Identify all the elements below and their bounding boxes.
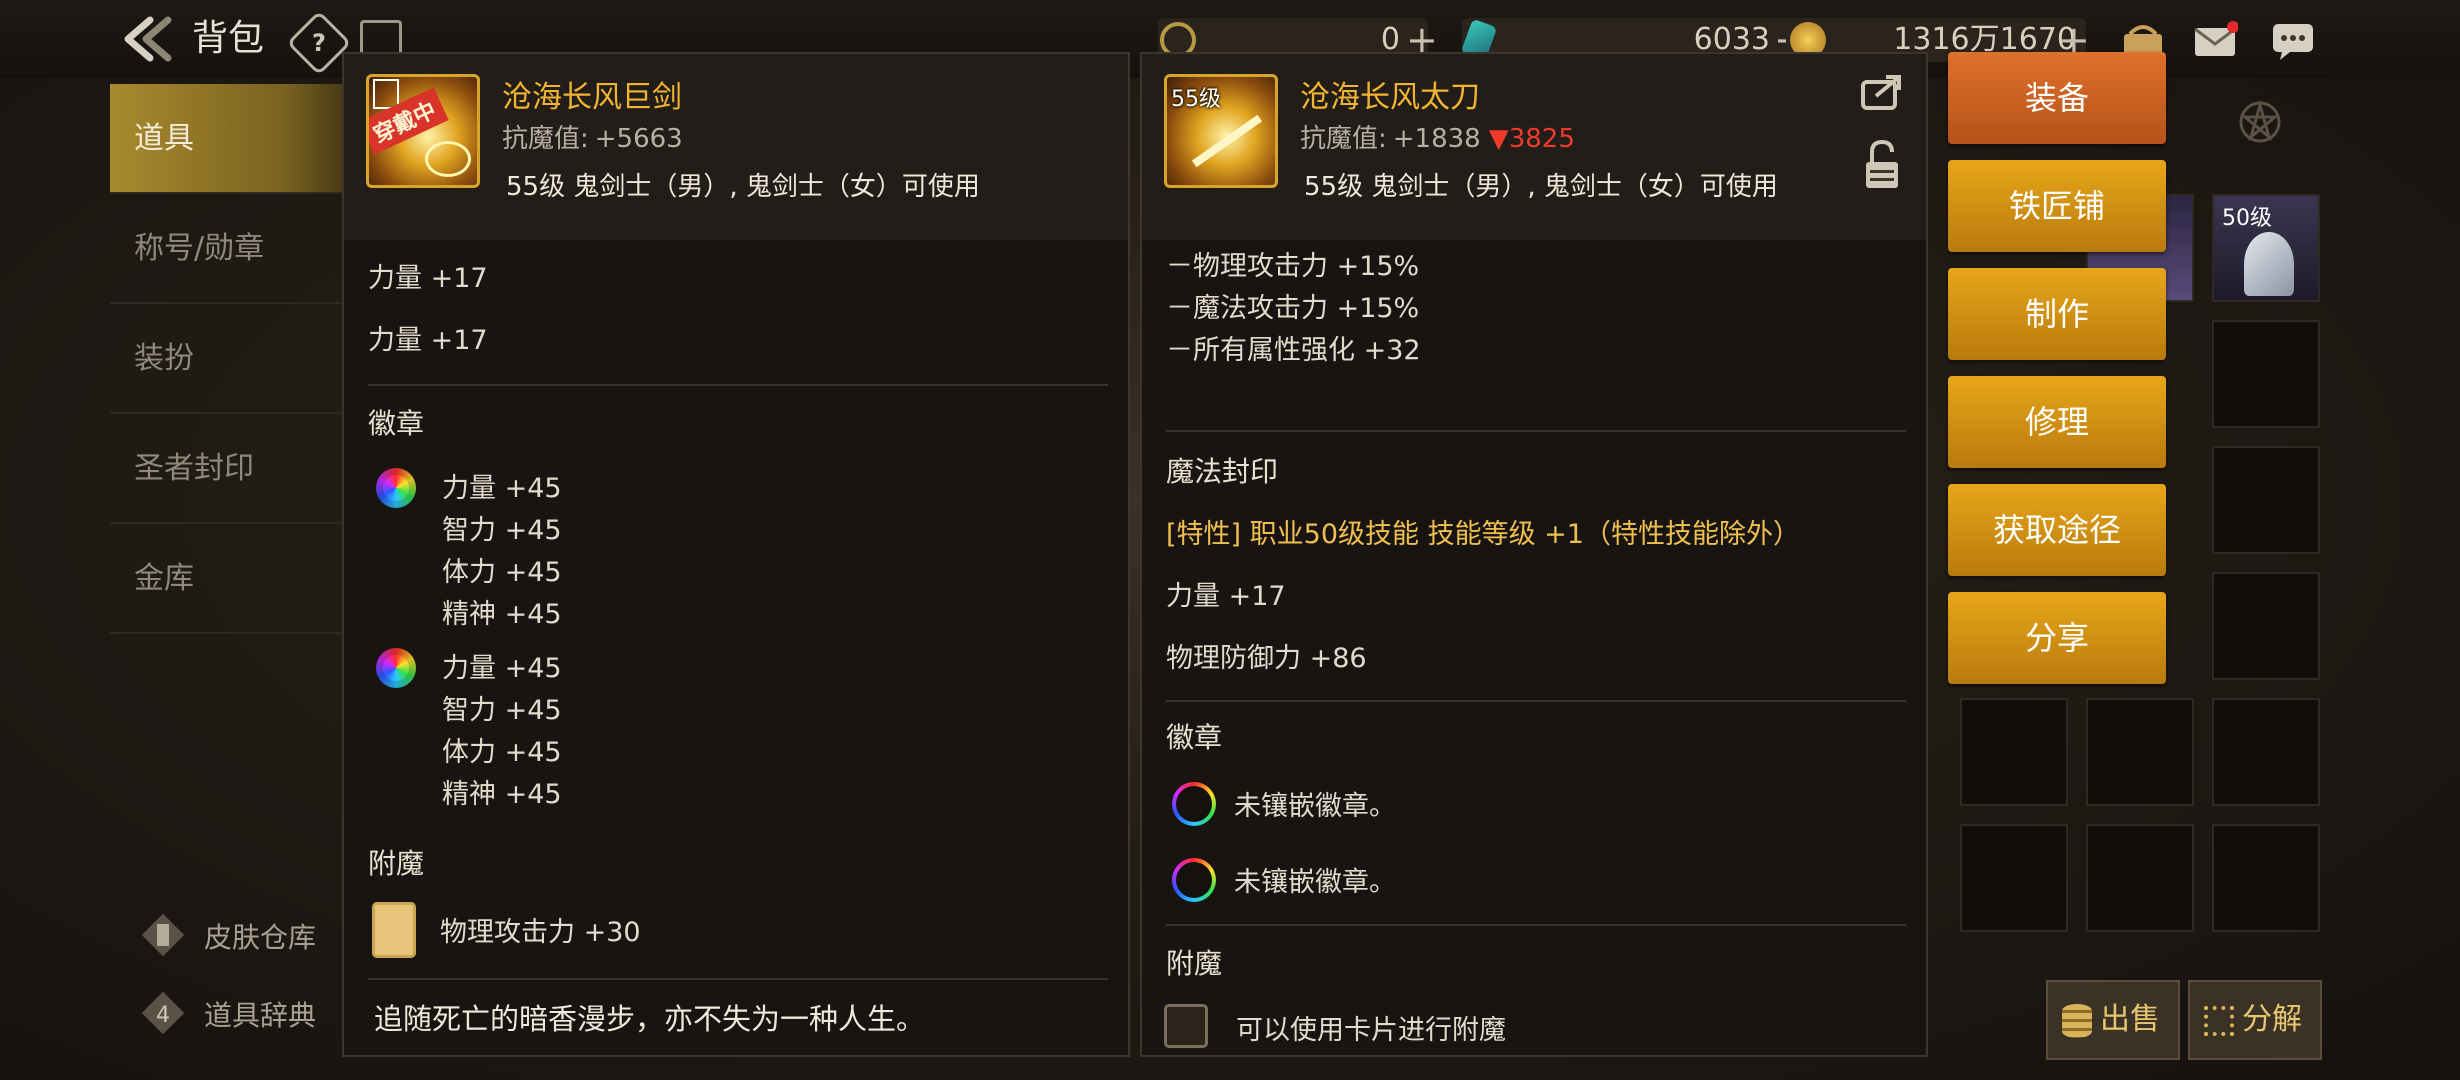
empty-emblem-slot-icon — [1172, 858, 1216, 902]
mail-icon[interactable] — [2192, 20, 2238, 60]
usable-by: 55级 鬼剑士（男）, 鬼剑士（女）可使用 — [506, 172, 980, 202]
inventory-slot[interactable] — [2212, 320, 2320, 428]
compare-item-tooltip: 55级 沧海长风太刀 抗魔值: +1838 ▼3825 55级 鬼剑士（男）, 鬼剑… — [1140, 52, 1928, 1057]
decompose-icon — [2204, 1005, 2234, 1036]
inventory-slot[interactable] — [2212, 572, 2320, 680]
inventory-slot[interactable]: 50级 — [2212, 194, 2320, 302]
inventory-slot[interactable] — [2212, 698, 2320, 806]
stat-line: 力量 +17 — [368, 263, 488, 294]
resist-row: 抗魔值: +5663 — [502, 124, 683, 154]
enchant-value: 物理攻击力 +30 — [440, 917, 641, 948]
resist-row: 抗魔值: +1838 ▼3825 — [1300, 124, 1575, 154]
stat-line: 物理防御力 +86 — [1166, 643, 1367, 674]
seal-trait: [特性] 职业50级技能 技能等级 +1（特性技能除外） — [1166, 519, 1800, 550]
stat-line: 力量 +17 — [368, 325, 488, 356]
blacksmith-button[interactable]: 铁匠铺 — [1948, 160, 2166, 252]
inventory-slot[interactable] — [2212, 446, 2320, 554]
katana-item-icon: 55级 — [1164, 74, 1278, 188]
enchant-hint: 可以使用卡片进行附魔 — [1236, 1015, 1506, 1046]
sidebar-item-titles[interactable]: 称号/勋章 — [110, 194, 360, 304]
page-title: 背包 — [192, 18, 265, 59]
enchant-card-icon — [372, 902, 416, 958]
emblem-section-title: 徽章 — [1166, 721, 1223, 754]
enchant-section-title: 附魔 — [368, 847, 425, 880]
emblem-stats: 力量 +45 智力 +45 体力 +45 精神 +45 — [442, 473, 562, 630]
stat-line: 力量 +17 — [1166, 581, 1286, 612]
coin-stack-icon — [2062, 1003, 2092, 1038]
stat-line: －魔法攻击力 +15% — [1166, 293, 1420, 324]
sidebar-item-vault[interactable]: 金库 — [110, 524, 360, 634]
lock-open-icon[interactable] — [1864, 140, 1900, 190]
equipped-item-tooltip: 穿戴中 沧海长风巨剑 抗魔值: +5663 55级 鬼剑士（男）, 鬼剑士（女）可… — [342, 52, 1130, 1057]
inventory-slot[interactable] — [1960, 824, 2068, 932]
magic-seal-title: 魔法封印 — [1166, 455, 1279, 488]
usable-by: 55级 鬼剑士（男）, 鬼剑士（女）可使用 — [1304, 172, 1778, 202]
enchant-section-title: 附魔 — [1166, 947, 1223, 980]
repair-button[interactable]: 修理 — [1948, 376, 2166, 468]
sidebar-item-seal[interactable]: 圣者封印 — [110, 414, 360, 524]
pentagram-icon — [2239, 100, 2281, 143]
share-button[interactable]: 分享 — [1948, 592, 2166, 684]
share-export-icon[interactable] — [1860, 72, 1904, 112]
empty-card-slot-icon — [1164, 1004, 1208, 1048]
inventory-slot[interactable] — [2212, 824, 2320, 932]
skin-storage-icon — [141, 913, 185, 957]
stat-line: －物理攻击力 +15% — [1166, 251, 1420, 282]
stat-line: －所有属性强化 +32 — [1166, 335, 1421, 366]
back-arrow-icon[interactable] — [120, 14, 176, 64]
svg-text:4: 4 — [156, 1003, 170, 1028]
sidebar-item-items[interactable]: 道具 — [110, 84, 360, 194]
level-badge: 55级 — [1171, 87, 1221, 112]
empty-emblem-text: 未镶嵌徽章。 — [1234, 791, 1396, 822]
craft-button[interactable]: 制作 — [1948, 268, 2166, 360]
inventory-slot[interactable] — [1960, 698, 2068, 806]
flavor-text: 追随死亡的暗香漫步，亦不失为一种人生。 — [374, 1002, 926, 1036]
rainbow-emblem-icon — [376, 468, 416, 508]
resist-diff: ▼3825 — [1488, 124, 1575, 154]
dictionary-icon: 4 — [141, 991, 185, 1035]
empty-emblem-text: 未镶嵌徽章。 — [1234, 867, 1396, 898]
sell-button[interactable]: 出售 — [2046, 980, 2180, 1060]
inventory-slot[interactable] — [2086, 698, 2194, 806]
empty-emblem-slot-icon — [1172, 782, 1216, 826]
chat-icon[interactable] — [2270, 20, 2316, 60]
rainbow-emblem-icon — [376, 648, 416, 688]
emblem-section-title: 徽章 — [368, 407, 425, 440]
sword-item-icon: 穿戴中 — [366, 74, 480, 188]
obtain-route-button[interactable]: 获取途径 — [1948, 484, 2166, 576]
emblem-stats: 力量 +45 智力 +45 体力 +45 精神 +45 — [442, 653, 562, 810]
decompose-button[interactable]: 分解 — [2188, 980, 2322, 1060]
item-name: 沧海长风太刀 — [1300, 80, 1480, 115]
equip-button[interactable]: 装备 — [1948, 52, 2166, 144]
item-name: 沧海长风巨剑 — [502, 80, 682, 115]
sidebar-item-costume[interactable]: 装扮 — [110, 304, 360, 414]
inventory-slot[interactable] — [2086, 824, 2194, 932]
